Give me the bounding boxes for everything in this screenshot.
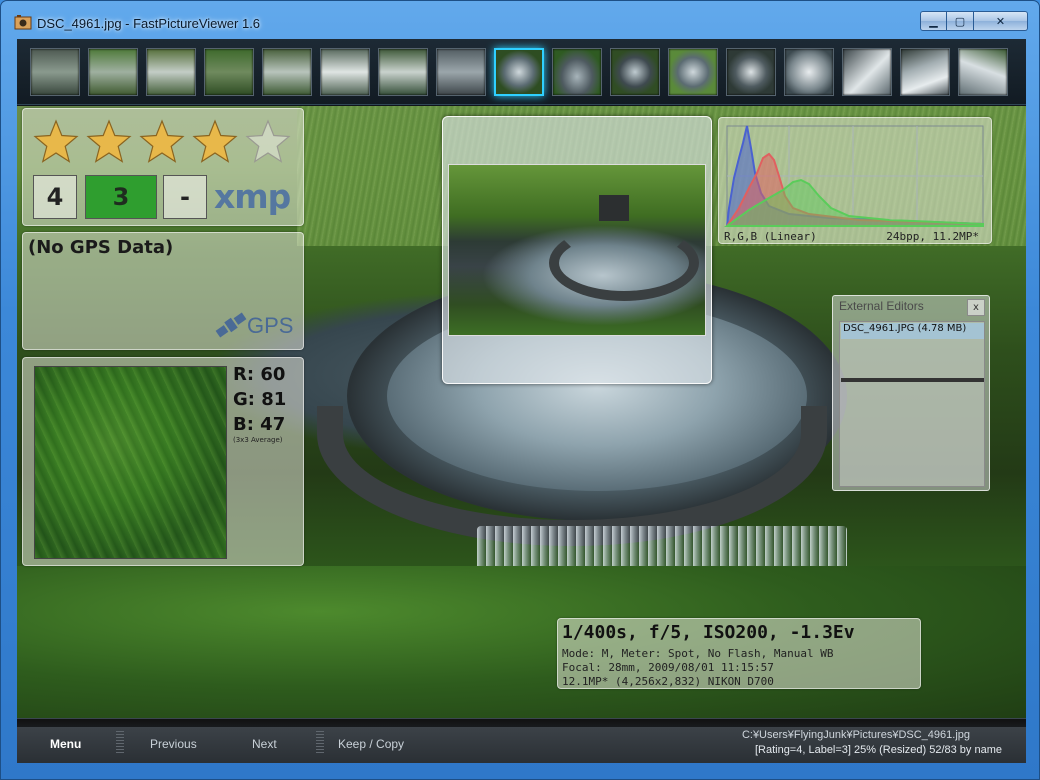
thumbnail[interactable] — [436, 48, 486, 96]
average-note: (3x3 Average) — [233, 436, 283, 444]
thumbnail[interactable] — [900, 48, 950, 96]
maximize-icon: ▢ — [954, 14, 966, 28]
toolbar-grip — [116, 731, 124, 755]
thumbnail[interactable] — [726, 48, 776, 96]
star-icon[interactable] — [245, 119, 291, 163]
label-value: 3 — [112, 183, 130, 211]
toolbar-grip — [316, 731, 324, 755]
app-window: DSC_4961.jpg - FastPictureViewer 1.6 ▁ ▢… — [0, 0, 1040, 780]
star-icon[interactable] — [139, 119, 185, 163]
external-editors-list[interactable]: DSC_4961.JPG (4.78 MB) — [839, 321, 985, 487]
menu-button[interactable]: Menu — [50, 737, 81, 751]
close-icon: ✕ — [995, 14, 1006, 28]
title-bar[interactable]: DSC_4961.jpg - FastPictureViewer 1.6 ▁ ▢… — [1, 1, 1040, 39]
red-value: R: 60 — [233, 364, 286, 385]
thumbnail-selected[interactable] — [494, 48, 544, 96]
green-value: G: 81 — [233, 389, 287, 410]
thumbnail[interactable] — [30, 48, 80, 96]
loupe-preview — [448, 164, 706, 336]
exif-camera-line: 12.1MP* (4,256x2,832) NIKON D700 — [562, 675, 774, 688]
app-icon[interactable] — [14, 15, 32, 31]
close-button[interactable]: ✕ — [974, 11, 1028, 31]
exif-summary: 1/400s, f/5, ISO200, -1.3Ev — [562, 622, 855, 643]
loupe-panel[interactable] — [442, 116, 712, 384]
previous-button[interactable]: Previous — [150, 737, 197, 751]
list-item[interactable]: DSC_4961.JPG (4.78 MB) — [841, 323, 984, 339]
thumbnail[interactable] — [610, 48, 660, 96]
histogram-chart — [723, 125, 984, 227]
thumbnail[interactable] — [204, 48, 254, 96]
thumbnail[interactable] — [668, 48, 718, 96]
minimize-button[interactable]: ▁ — [920, 11, 947, 31]
clear-rating-label: - — [180, 183, 190, 211]
list-separator — [841, 378, 984, 382]
photo-basin-wall — [317, 406, 827, 546]
star-icon[interactable] — [33, 119, 79, 163]
color-probe-panel: R: 60 G: 81 B: 47 (3x3 Average) — [22, 357, 304, 566]
exif-panel: 1/400s, f/5, ISO200, -1.3Ev Mode: M, Met… — [557, 618, 921, 689]
bottom-toolbar: Menu Previous Next Keep / Copy C:¥Users¥… — [17, 718, 1026, 763]
rating-value: 4 — [46, 183, 64, 211]
histogram-info: 24bpp, 11.2MP* — [886, 230, 979, 243]
status-info: [Rating=4, Label=3] 25% (Resized) 52/83 … — [754, 744, 1002, 756]
thumbnail[interactable] — [842, 48, 892, 96]
histogram-channels: R,G,B (Linear) — [724, 230, 817, 243]
file-path: C:¥Users¥FlyingJunk¥Pictures¥DSC_4961.jp… — [741, 729, 970, 741]
exif-mode-line: Mode: M, Meter: Spot, No Flash, Manual W… — [562, 647, 834, 660]
external-editors-close-button[interactable]: x — [967, 299, 985, 316]
thumbnail[interactable] — [784, 48, 834, 96]
thumbnail[interactable] — [552, 48, 602, 96]
external-editors-title: External Editors — [839, 299, 924, 313]
star-icon[interactable] — [86, 119, 132, 163]
window-title: DSC_4961.jpg - FastPictureViewer 1.6 — [37, 16, 261, 31]
exif-focal-line: Focal: 28mm, 2009/08/01 11:15:57 — [562, 661, 774, 674]
next-button[interactable]: Next — [252, 737, 277, 751]
thumbnail[interactable] — [320, 48, 370, 96]
thumbnail[interactable] — [88, 48, 138, 96]
xmp-label: xmp — [214, 177, 291, 216]
gps-status: (No GPS Data) — [28, 237, 174, 258]
clear-rating-box[interactable]: - — [163, 175, 207, 219]
viewer-area: 4 3 - xmp (No GPS Data) GPS R: 60 G: 81 … — [17, 39, 1026, 763]
close-icon: x — [973, 302, 979, 313]
label-value-box[interactable]: 3 — [85, 175, 157, 219]
external-editors-panel: External Editors x DSC_4961.JPG (4.78 MB… — [832, 295, 990, 491]
histogram-panel: R,G,B (Linear) 24bpp, 11.2MP* — [718, 117, 992, 244]
blue-value: B: 47 — [233, 414, 286, 435]
window-controls: ▁ ▢ ✕ — [920, 11, 1028, 31]
rating-value-box[interactable]: 4 — [33, 175, 77, 219]
thumbnail[interactable] — [958, 48, 1008, 96]
gps-logo-text: GPS — [247, 313, 294, 338]
pixel-zoom-view — [34, 366, 227, 559]
star-icon[interactable] — [192, 119, 238, 163]
rating-panel: 4 3 - xmp — [22, 108, 304, 226]
thumbnail[interactable] — [262, 48, 312, 96]
thumbnail[interactable] — [146, 48, 196, 96]
keep-copy-button[interactable]: Keep / Copy — [338, 737, 404, 751]
thumbnail-strip[interactable] — [17, 39, 1026, 105]
minimize-icon: ▁ — [929, 14, 938, 28]
gps-panel: (No GPS Data) GPS — [22, 232, 304, 350]
maximize-button[interactable]: ▢ — [947, 11, 974, 31]
thumbnail[interactable] — [378, 48, 428, 96]
